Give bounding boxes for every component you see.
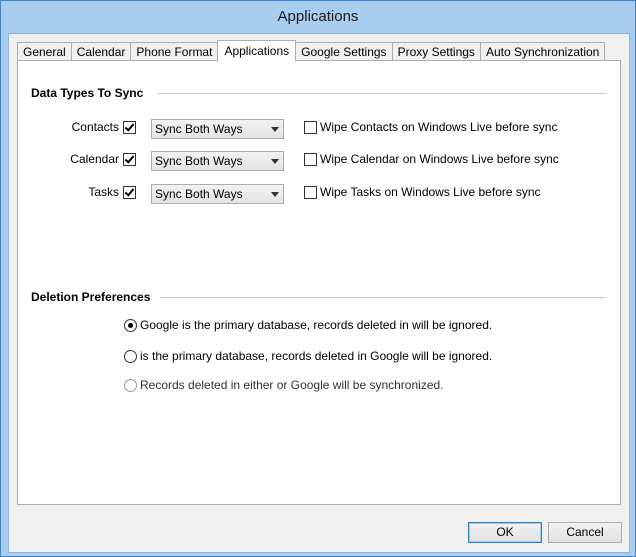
other-primary-label: is the primary database, records deleted… <box>140 349 493 363</box>
wipe-contacts-checkbox[interactable] <box>304 121 317 134</box>
contacts-label: Contacts <box>71 120 119 134</box>
tasks-checkbox[interactable] <box>123 186 136 199</box>
applications-window: Applications General Calendar Phone Form… <box>0 0 636 557</box>
google-primary-radio[interactable] <box>124 319 137 332</box>
chevron-down-icon <box>271 127 279 132</box>
wipe-contacts-label: Wipe Contacts on Windows Live before syn… <box>320 120 558 134</box>
tab-calendar[interactable]: Calendar <box>70 42 132 61</box>
wipe-calendar-checkbox[interactable] <box>304 153 317 166</box>
deletion-group-title: Deletion Preferences <box>31 290 151 304</box>
tab-applications[interactable]: Applications <box>217 40 297 62</box>
tab-general[interactable]: General <box>17 42 72 61</box>
wipe-tasks-label: Wipe Tasks on Windows Live before sync <box>320 185 541 199</box>
tab-phone-format[interactable]: Phone Format <box>130 42 219 61</box>
sync-deletions-label: Records deleted in either or Google will… <box>140 378 444 392</box>
contacts-checkbox[interactable] <box>123 121 136 134</box>
tasks-sync-mode-value: Sync Both Ways <box>155 187 243 201</box>
tab-google-settings[interactable]: Google Settings <box>295 42 393 61</box>
wipe-tasks-checkbox[interactable] <box>304 186 317 199</box>
data-types-divider <box>158 93 606 94</box>
contacts-sync-mode-select[interactable]: Sync Both Ways <box>151 119 284 139</box>
tab-strip: General Calendar Phone Format Applicatio… <box>17 39 606 62</box>
tab-auto-synchronization[interactable]: Auto Synchronization <box>479 42 606 61</box>
calendar-checkbox[interactable] <box>123 153 136 166</box>
contacts-sync-mode-value: Sync Both Ways <box>155 122 243 136</box>
wipe-calendar-label: Wipe Calendar on Windows Live before syn… <box>320 152 559 166</box>
applications-tab-panel: Data Types To Sync Contacts Sync Both Wa… <box>17 60 621 505</box>
other-primary-radio[interactable] <box>124 350 137 363</box>
google-primary-label: Google is the primary database, records … <box>140 318 493 332</box>
cancel-button[interactable]: Cancel <box>548 522 622 543</box>
dialog-client-area: General Calendar Phone Format Applicatio… <box>8 33 630 553</box>
data-types-group-title: Data Types To Sync <box>31 86 144 100</box>
tasks-label: Tasks <box>88 185 119 199</box>
window-title: Applications <box>1 1 635 33</box>
deletion-divider <box>160 297 606 298</box>
tab-proxy-settings[interactable]: Proxy Settings <box>391 42 481 61</box>
tasks-sync-mode-select[interactable]: Sync Both Ways <box>151 184 284 204</box>
calendar-label: Calendar <box>70 152 119 166</box>
chevron-down-icon <box>271 159 279 164</box>
chevron-down-icon <box>271 192 279 197</box>
calendar-sync-mode-value: Sync Both Ways <box>155 154 243 168</box>
ok-button[interactable]: OK <box>468 522 542 543</box>
calendar-sync-mode-select[interactable]: Sync Both Ways <box>151 151 284 171</box>
sync-deletions-radio[interactable] <box>124 379 137 392</box>
